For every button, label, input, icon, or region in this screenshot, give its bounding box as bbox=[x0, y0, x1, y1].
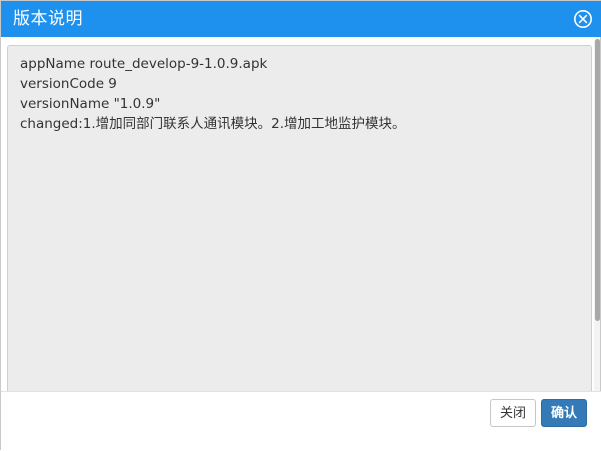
content-line-app-name: appName route_develop-9-1.0.9.apk bbox=[20, 56, 268, 72]
content-line-version-name: versionName "1.0.9" bbox=[20, 96, 161, 112]
version-info-dialog: 版本说明 appName route_develop-9-1.0.9.apk v… bbox=[0, 0, 601, 451]
dialog-footer: 关闭 确认 bbox=[1, 391, 601, 451]
confirm-button[interactable]: 确认 bbox=[541, 399, 587, 427]
scrollbar-thumb[interactable] bbox=[595, 39, 600, 321]
content-line-changelog: changed:1.增加同部门联系人通讯模块。2.增加工地监护模块。 bbox=[20, 116, 406, 132]
dialog-title: 版本说明 bbox=[13, 9, 83, 29]
close-button[interactable]: 关闭 bbox=[490, 399, 536, 427]
close-icon[interactable] bbox=[573, 9, 593, 29]
content-line-version-code: versionCode 9 bbox=[20, 76, 117, 92]
dialog-title-bar[interactable]: 版本说明 bbox=[1, 1, 601, 37]
version-notes-content[interactable]: appName route_develop-9-1.0.9.apk versio… bbox=[7, 45, 592, 391]
